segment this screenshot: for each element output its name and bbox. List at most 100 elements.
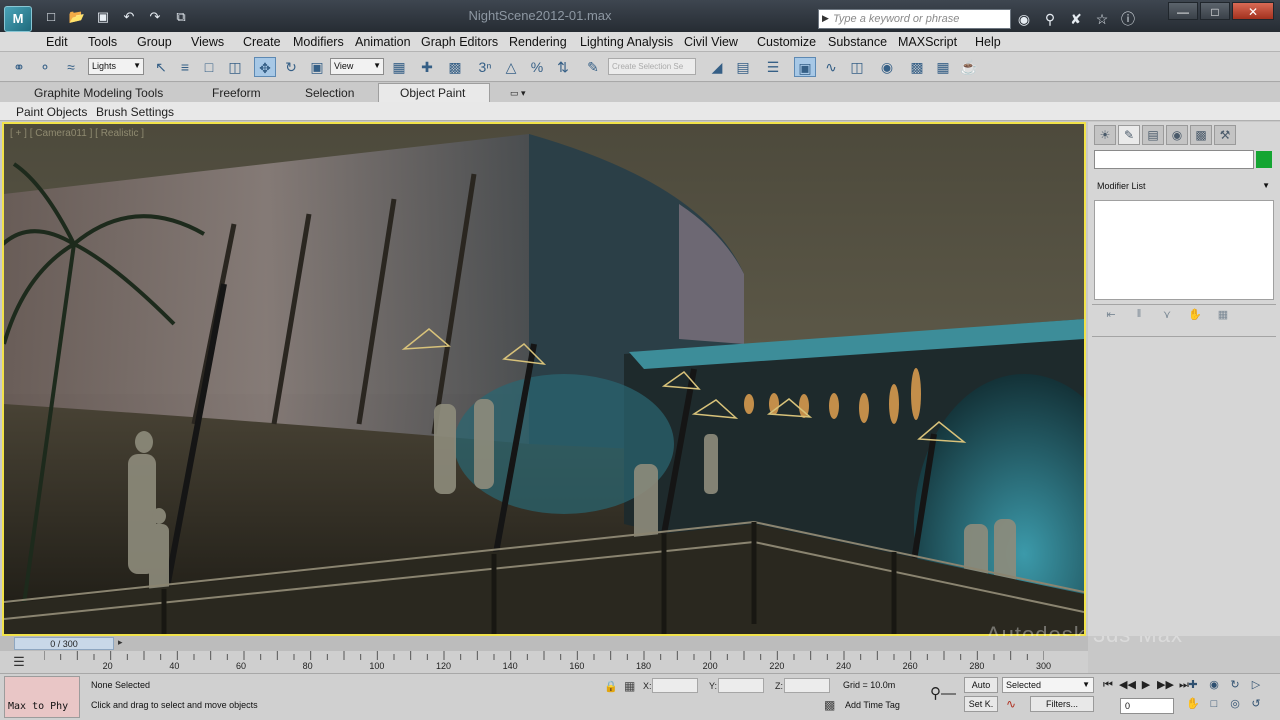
unlink-icon[interactable]: ⚬ [34, 57, 56, 77]
motion-icon[interactable]: ◉ [1166, 125, 1188, 145]
edit-named-selection-icon[interactable]: ✎ [582, 57, 604, 77]
ribbon-options-icon[interactable]: ▭ ▾ [510, 88, 526, 99]
reference-coordinate-select[interactable]: View ▼ [330, 58, 384, 75]
rendered-frame-icon[interactable]: ▦ [932, 57, 954, 77]
percent-snap-icon[interactable]: % [526, 57, 548, 77]
time-slider-thumb[interactable]: 0 / 300 [14, 637, 114, 650]
favorites-icon[interactable]: ☆ [1090, 8, 1114, 30]
save-icon[interactable]: ▣ [92, 7, 114, 27]
menu-animation[interactable]: Animation [355, 35, 411, 49]
tab-object-paint[interactable]: Object Paint [400, 86, 465, 100]
selection-filter-select[interactable]: Lights ▼ [88, 58, 144, 75]
current-frame-field[interactable]: 0 [1120, 698, 1174, 714]
viewport-label[interactable]: [ + ] [ Camera011 ] [ Realistic ] [10, 128, 144, 139]
dolly-icon[interactable]: ◉ [1205, 677, 1223, 693]
menu-group[interactable]: Group [137, 35, 172, 49]
bind-space-warp-icon[interactable]: ≈ [60, 57, 82, 77]
link-icon[interactable]: ⚭ [8, 57, 30, 77]
move-icon[interactable]: ✥ [254, 57, 276, 77]
pin-stack-icon[interactable]: ⇤ [1102, 308, 1120, 324]
panel-brush-settings[interactable]: Brush Settings [96, 105, 174, 119]
close-button[interactable]: ✕ [1232, 2, 1274, 20]
y-coordinate-field[interactable] [718, 678, 764, 693]
time-tag-icon[interactable]: ▩ [824, 698, 835, 712]
material-editor-icon[interactable]: ◉ [876, 57, 898, 77]
tools-icon[interactable]: ✘ [1064, 8, 1088, 30]
utilities-icon[interactable]: ⚒ [1214, 125, 1236, 145]
mirror-icon[interactable]: ◢ [706, 57, 728, 77]
align-icon[interactable]: ▤ [732, 57, 754, 77]
menu-civil-view[interactable]: Civil View [684, 35, 738, 49]
window-crossing-icon[interactable]: ◫ [224, 57, 246, 77]
key-mode-icon[interactable]: ∿ [1006, 697, 1016, 711]
remove-modifier-icon[interactable]: ✋ [1186, 308, 1204, 324]
go-to-start-icon[interactable]: ⏮ [1100, 677, 1116, 693]
modifier-stack[interactable] [1094, 200, 1274, 300]
schematic-view-icon[interactable]: ◫ [846, 57, 868, 77]
manipulate-icon[interactable]: ✚ [416, 57, 438, 77]
project-icon[interactable]: ⧉ [170, 7, 192, 27]
play-icon[interactable]: ▶ [1138, 677, 1154, 693]
make-unique-icon[interactable]: ⋎ [1158, 308, 1176, 324]
layer-manager-icon[interactable]: ☰ [762, 57, 784, 77]
menu-graph-editors[interactable]: Graph Editors [421, 35, 498, 49]
redo-icon[interactable]: ↷ [144, 7, 166, 27]
display-icon[interactable]: ▩ [1190, 125, 1212, 145]
curve-editor-icon[interactable]: ∿ [820, 57, 842, 77]
modifier-list-dropdown[interactable]: Modifier List ▼ [1094, 178, 1274, 195]
menu-maxscript[interactable]: MAXScript [898, 35, 957, 49]
help-icon[interactable]: ⓘ [1116, 8, 1140, 30]
absolute-mode-icon[interactable]: ▦ [624, 679, 635, 693]
tab-selection[interactable]: Selection [305, 86, 354, 100]
pan-icon[interactable]: ✋ [1184, 696, 1202, 712]
new-icon[interactable]: □ [40, 7, 62, 27]
tab-freeform[interactable]: Freeform [212, 86, 261, 100]
menu-lighting-analysis[interactable]: Lighting Analysis [580, 35, 673, 49]
key-filters-button[interactable]: Filters... [1030, 696, 1094, 712]
binoculars-icon[interactable]: ◉ [1012, 8, 1036, 30]
named-selection-set-input[interactable]: Create Selection Se [608, 58, 696, 75]
z-coordinate-field[interactable] [784, 678, 830, 693]
walk-through-icon[interactable]: ◎ [1226, 696, 1244, 712]
add-time-tag-button[interactable]: Add Time Tag [845, 700, 900, 710]
field-of-view-icon[interactable]: ▷ [1247, 677, 1265, 693]
zoom-icon[interactable]: ✚ [1184, 677, 1202, 693]
orbit-icon[interactable]: ↻ [1226, 677, 1244, 693]
menu-views[interactable]: Views [191, 35, 224, 49]
time-slider-next-icon[interactable]: ▸ [118, 637, 123, 648]
camera-viewport[interactable]: [ + ] [ Camera011 ] [ Realistic ] [2, 122, 1086, 636]
set-key-button[interactable]: Set K. [964, 696, 998, 712]
snaps-toggle-icon[interactable]: 3ⁿ [474, 57, 496, 77]
menu-help[interactable]: Help [975, 35, 1001, 49]
roll-icon[interactable]: ↺ [1247, 696, 1265, 712]
app-logo-button[interactable]: M [4, 6, 32, 32]
render-setup-icon[interactable]: ▩ [906, 57, 928, 77]
lock-selection-icon[interactable]: 🔒 [604, 680, 618, 693]
undo-icon[interactable]: ↶ [118, 7, 140, 27]
scale-icon[interactable]: ▣ [306, 57, 328, 77]
rectangular-selection-icon[interactable]: □ [198, 57, 220, 77]
menu-rendering[interactable]: Rendering [509, 35, 567, 49]
select-object-icon[interactable]: ↖ [150, 57, 172, 77]
modify-icon[interactable]: ✎ [1118, 125, 1140, 145]
set-key-icon[interactable]: ⚲— [930, 684, 956, 702]
search-arrow-icon[interactable]: ▶ [822, 13, 829, 24]
configure-modifier-sets-icon[interactable]: ▦ [1214, 308, 1232, 324]
hierarchy-icon[interactable]: ▤ [1142, 125, 1164, 145]
key-filter-select[interactable]: Selected ▼ [1002, 677, 1094, 693]
maximize-button[interactable]: □ [1200, 2, 1230, 20]
open-icon[interactable]: 📂 [66, 7, 88, 27]
select-by-name-icon[interactable]: ≡ [174, 57, 196, 77]
track-bar[interactable]: ☰ 20 40 60 80 100 120 140 160 180 200 220 240 260 280… [0, 651, 1088, 673]
keyboard-shortcut-icon[interactable]: ▩ [444, 57, 466, 77]
mini-curve-editor-icon[interactable]: ☰ [10, 654, 28, 670]
menu-substance[interactable]: Substance [828, 35, 887, 49]
ribbon-title[interactable]: Graphite Modeling Tools [34, 86, 163, 100]
render-teapot-icon[interactable]: ☕ [958, 57, 980, 77]
maxscript-listener[interactable]: Max to Phy [4, 676, 80, 718]
menu-tools[interactable]: Tools [88, 35, 117, 49]
menu-create[interactable]: Create [243, 35, 281, 49]
previous-frame-icon[interactable]: ◀◀ [1119, 677, 1136, 693]
auto-key-button[interactable]: Auto [964, 677, 998, 693]
show-end-result-icon[interactable]: ‖ [1130, 308, 1148, 324]
